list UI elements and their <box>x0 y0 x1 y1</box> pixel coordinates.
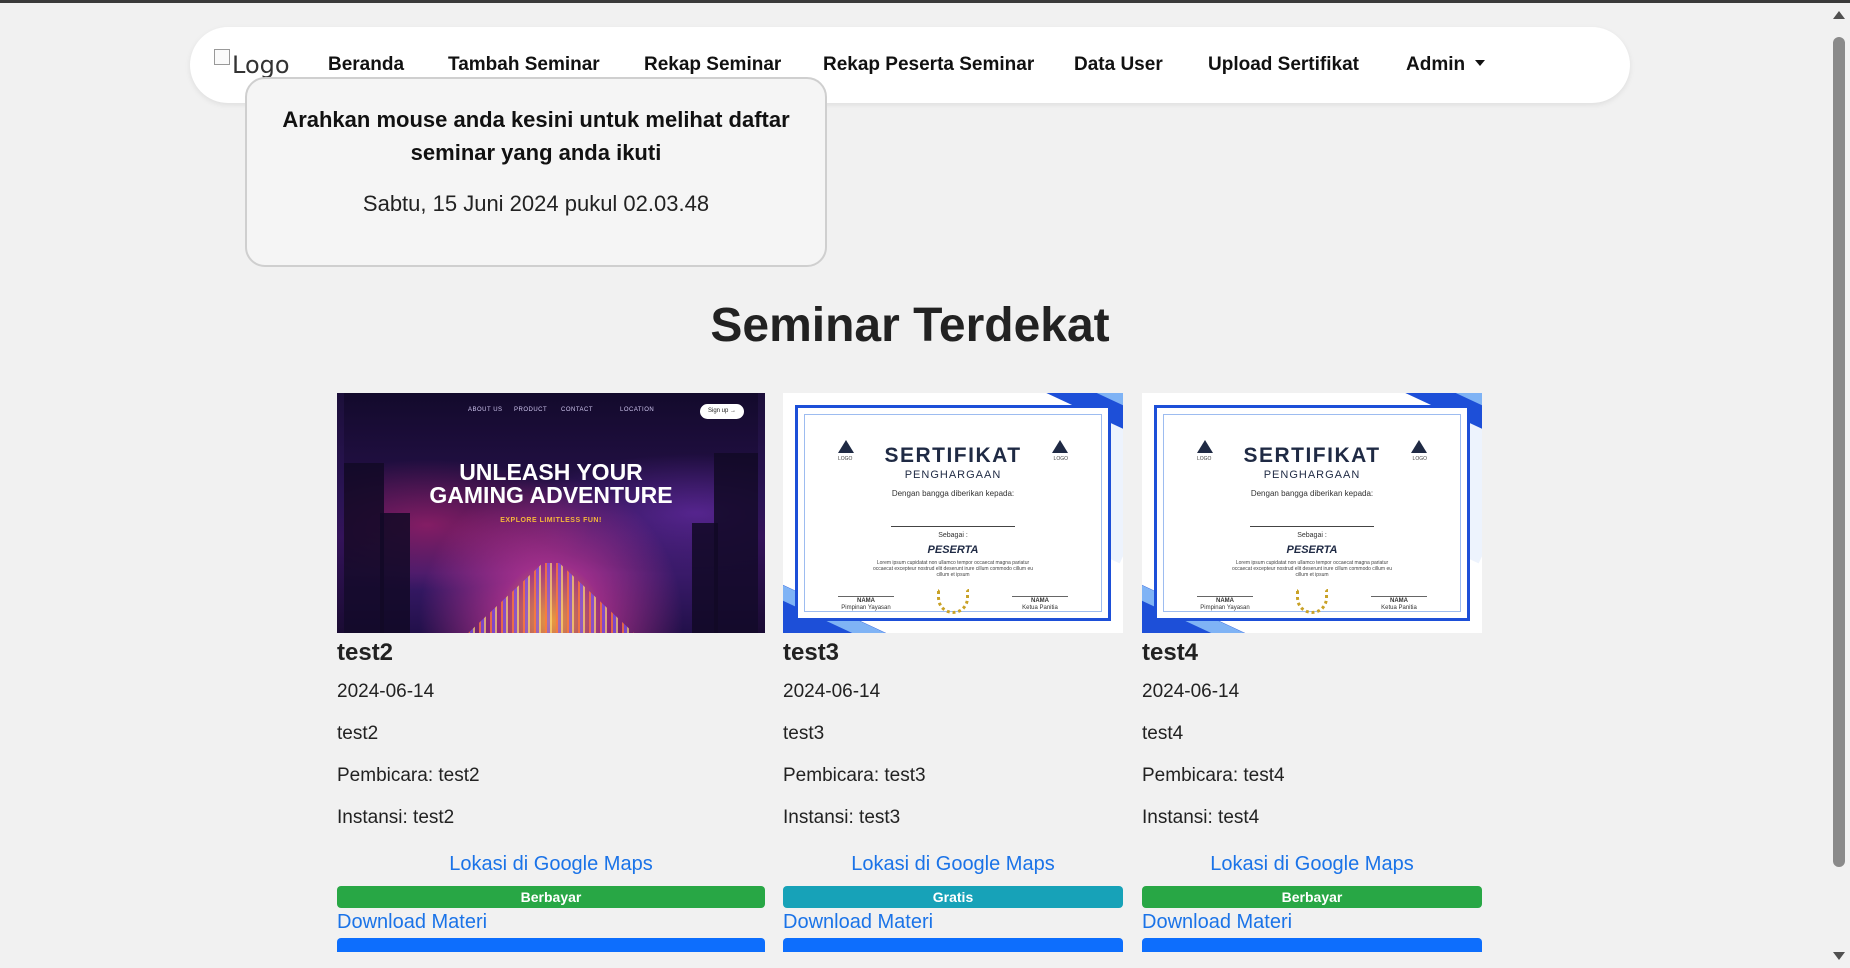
current-datetime: Sabtu, 15 Juni 2024 pukul 02.03.48 <box>362 191 710 216</box>
nav-tambah-seminar[interactable]: Tambah Seminar <box>448 54 600 76</box>
nav-upload-sertifikat[interactable]: Upload Sertifikat <box>1208 54 1359 76</box>
caret-down-icon <box>1475 60 1486 66</box>
window-top-border <box>0 0 1850 3</box>
seminar-title: test3 <box>783 639 840 666</box>
cert-title: SERTIFIKAT <box>884 444 1022 467</box>
seminar-institution: Instansi: test2 <box>337 807 455 828</box>
cert-given: Dengan bangga diberikan kepada: <box>891 489 1015 498</box>
cert-role: PESERTA <box>1286 544 1338 556</box>
cert-signature-left: NAMA Pimpinan Yayasan <box>1197 596 1253 612</box>
seminar-description: test3 <box>783 723 825 744</box>
cert-sig-left-name: NAMA <box>1216 598 1234 604</box>
nav-data-user[interactable]: Data User <box>1074 54 1163 76</box>
google-maps-link[interactable]: Lokasi di Google Maps <box>1142 853 1482 876</box>
cert-title: SERTIFIKAT <box>1243 444 1381 467</box>
cert-signature-right: NAMA Ketua Panitia <box>1371 596 1427 612</box>
scroll-down-arrow-icon[interactable] <box>1833 952 1845 960</box>
cert-lorem: Lorem ipsum cupidatat non ullamco tempor… <box>872 560 1034 578</box>
cert-subtitle: PENGHARGAAN <box>1263 469 1361 481</box>
thumb-headline-2: GAMING ADVENTURE <box>429 482 673 508</box>
action-button[interactable] <box>1142 938 1482 952</box>
seminar-card: LOGO LOGO SERTIFIKAT PENGHARGAAN Dengan … <box>1142 393 1482 952</box>
logo-alt-text: Logo <box>232 51 290 79</box>
broken-image-icon <box>214 49 230 65</box>
seminar-title: test4 <box>1142 639 1199 666</box>
seminar-thumbnail: LOGO LOGO SERTIFIKAT PENGHARGAAN Dengan … <box>783 393 1123 633</box>
seminar-description: test2 <box>337 723 379 744</box>
hover-box-title: Arahkan mouse anda kesini untuk melihat … <box>282 107 790 165</box>
google-maps-link[interactable]: Lokasi di Google Maps <box>783 853 1123 876</box>
cert-sig-right-role: Ketua Panitia <box>1381 605 1417 611</box>
seminar-institution: Instansi: test3 <box>783 807 901 828</box>
cert-signature-left: NAMA Pimpinan Yayasan <box>838 596 894 612</box>
seminar-thumbnail: ABOUT US PRODUCT CONTACT LOCATION Sign u… <box>337 393 765 633</box>
cert-signature-right: NAMA Ketua Panitia <box>1012 596 1068 612</box>
seminar-institution: Instansi: test4 <box>1142 807 1260 828</box>
logo-image[interactable]: Logo <box>214 49 290 79</box>
seminar-card: LOGO LOGO SERTIFIKAT PENGHARGAAN Dengan … <box>783 393 1123 952</box>
thumb-subline: EXPLORE LIMITLESS FUN! <box>500 517 602 524</box>
seminar-speaker: Pembicara: test2 <box>337 765 480 786</box>
download-materi-link[interactable]: Download Materi <box>337 911 765 934</box>
action-button[interactable] <box>337 938 765 952</box>
vertical-scrollbar[interactable] <box>1828 3 1850 968</box>
section-title: Seminar Terdekat <box>710 299 1110 352</box>
download-materi-link[interactable]: Download Materi <box>1142 911 1482 934</box>
cert-as: Sebagai : <box>1297 532 1327 539</box>
download-materi-link[interactable]: Download Materi <box>783 911 1123 934</box>
price-badge: Berbayar <box>337 886 765 908</box>
cert-sig-left-name: NAMA <box>857 598 875 604</box>
seminar-speaker: Pembicara: test4 <box>1142 765 1285 786</box>
seminar-hover-box[interactable]: Arahkan mouse anda kesini untuk melihat … <box>245 77 827 267</box>
action-button[interactable] <box>783 938 1123 952</box>
cert-lorem: Lorem ipsum cupidatat non ullamco tempor… <box>1231 560 1393 578</box>
thumb-nav-about: ABOUT US <box>468 407 503 413</box>
cert-as: Sebagai : <box>938 532 968 539</box>
thumb-signup: Sign up → <box>700 404 744 419</box>
seminar-title: test2 <box>337 639 394 666</box>
thumb-nav-location: LOCATION <box>620 407 655 413</box>
nav-admin-dropdown[interactable]: Admin <box>1406 54 1486 76</box>
thumb-nav-product: PRODUCT <box>514 407 548 413</box>
nav-admin-label: Admin <box>1406 54 1466 75</box>
cert-sig-right-name: NAMA <box>1390 598 1408 604</box>
seminar-speaker: Pembicara: test3 <box>783 765 926 786</box>
seminar-date: 2024-06-14 <box>783 681 881 702</box>
google-maps-link[interactable]: Lokasi di Google Maps <box>337 853 765 876</box>
scrollbar-thumb[interactable] <box>1833 37 1845 867</box>
thumb-headline-1: UNLEASH YOUR <box>459 459 643 485</box>
cert-role: PESERTA <box>927 544 979 556</box>
seminar-date: 2024-06-14 <box>1142 681 1240 702</box>
cert-sig-left-role: Pimpinan Yayasan <box>1200 605 1250 611</box>
cert-sig-left-role: Pimpinan Yayasan <box>841 605 891 611</box>
nav-beranda[interactable]: Beranda <box>328 54 404 76</box>
price-badge: Berbayar <box>1142 886 1482 908</box>
scroll-up-arrow-icon[interactable] <box>1833 11 1845 19</box>
seminar-date: 2024-06-14 <box>337 681 435 702</box>
cert-sig-right-role: Ketua Panitia <box>1022 605 1058 611</box>
seminar-thumbnail: LOGO LOGO SERTIFIKAT PENGHARGAAN Dengan … <box>1142 393 1482 633</box>
nav-rekap-seminar[interactable]: Rekap Seminar <box>644 54 781 76</box>
seminar-card: ABOUT US PRODUCT CONTACT LOCATION Sign u… <box>337 393 765 952</box>
thumb-nav-contact: CONTACT <box>561 407 594 413</box>
nav-rekap-peserta-seminar[interactable]: Rekap Peserta Seminar <box>823 54 1034 76</box>
cert-sig-right-name: NAMA <box>1031 598 1049 604</box>
cert-subtitle: PENGHARGAAN <box>904 469 1002 481</box>
cert-given: Dengan bangga diberikan kepada: <box>1250 489 1374 498</box>
price-badge: Gratis <box>783 886 1123 908</box>
seminar-description: test4 <box>1142 723 1184 744</box>
thumb-headline: UNLEASH YOUR GAMING ADVENTURE <box>344 461 758 507</box>
